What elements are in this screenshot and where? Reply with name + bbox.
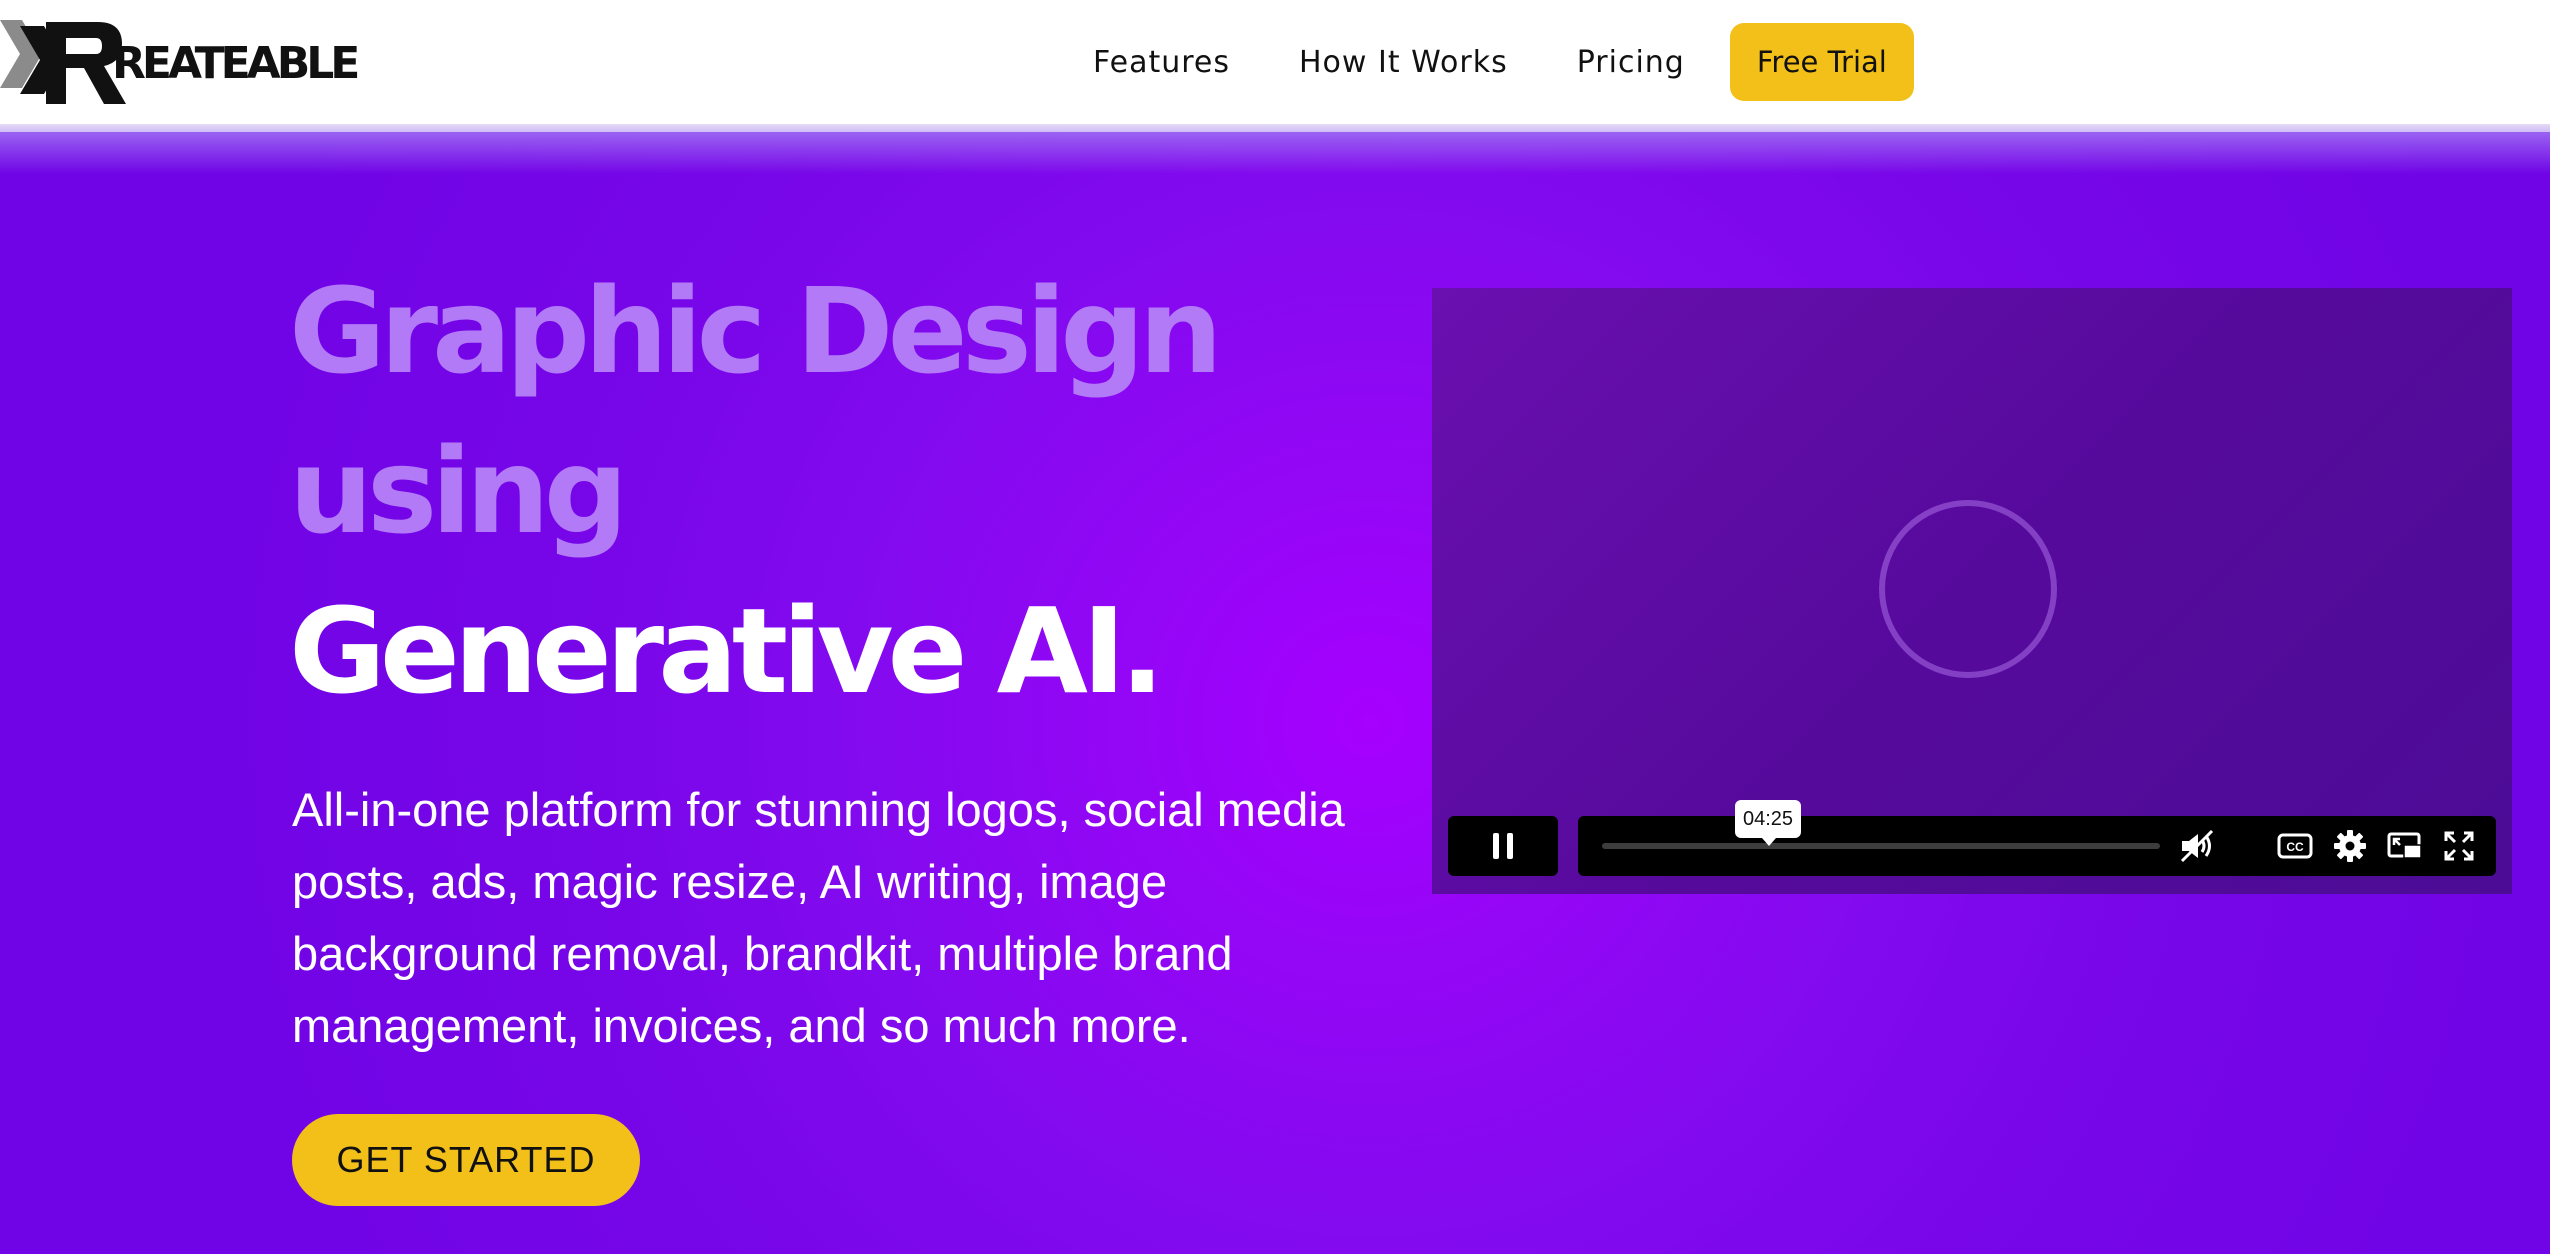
pause-button[interactable] bbox=[1448, 816, 1558, 876]
fullscreen-icon bbox=[2444, 831, 2474, 861]
pause-icon bbox=[1493, 833, 1513, 859]
main-nav: Features How It Works Pricing Free Trial bbox=[1093, 23, 1914, 101]
nav-link-how-it-works[interactable]: How It Works bbox=[1299, 45, 1508, 80]
video-player[interactable]: 04:25 CC bbox=[1432, 288, 2512, 894]
free-trial-button[interactable]: Free Trial bbox=[1729, 23, 1914, 101]
headline-line-1: Graphic Design bbox=[289, 262, 1223, 400]
get-started-button[interactable]: GET STARTED bbox=[292, 1114, 640, 1206]
hero-top-fade bbox=[0, 132, 2550, 174]
video-progress-bar[interactable]: 04:25 bbox=[1602, 800, 2160, 849]
hero-section: Graphic Design using Generative AI. All-… bbox=[0, 132, 2550, 1254]
headline-line-2: using bbox=[289, 422, 628, 560]
nav-link-pricing[interactable]: Pricing bbox=[1577, 45, 1685, 80]
picture-in-picture-button[interactable] bbox=[2386, 828, 2424, 864]
logo-wordmark: REATEABLE bbox=[112, 38, 360, 89]
mute-icon bbox=[2180, 829, 2214, 863]
captions-icon: CC bbox=[2277, 833, 2313, 859]
settings-icon bbox=[2334, 830, 2366, 862]
fullscreen-button[interactable] bbox=[2440, 828, 2478, 864]
settings-button[interactable] bbox=[2331, 828, 2369, 864]
video-controls-bar: 04:25 CC bbox=[1578, 800, 2496, 876]
loading-spinner-icon bbox=[1879, 500, 2057, 678]
site-header: REATEABLE Features How It Works Pricing … bbox=[0, 0, 2550, 134]
time-tooltip: 04:25 bbox=[1735, 800, 1801, 846]
headline-line-3: Generative AI. bbox=[289, 582, 1165, 720]
nav-link-features[interactable]: Features bbox=[1093, 45, 1230, 80]
hero-description: All-in-one platform for stunning logos, … bbox=[292, 783, 1345, 1052]
svg-text:CC: CC bbox=[2286, 840, 2304, 854]
captions-button[interactable]: CC bbox=[2276, 828, 2314, 864]
mute-button[interactable] bbox=[2178, 828, 2216, 864]
picture-in-picture-icon bbox=[2387, 832, 2422, 859]
